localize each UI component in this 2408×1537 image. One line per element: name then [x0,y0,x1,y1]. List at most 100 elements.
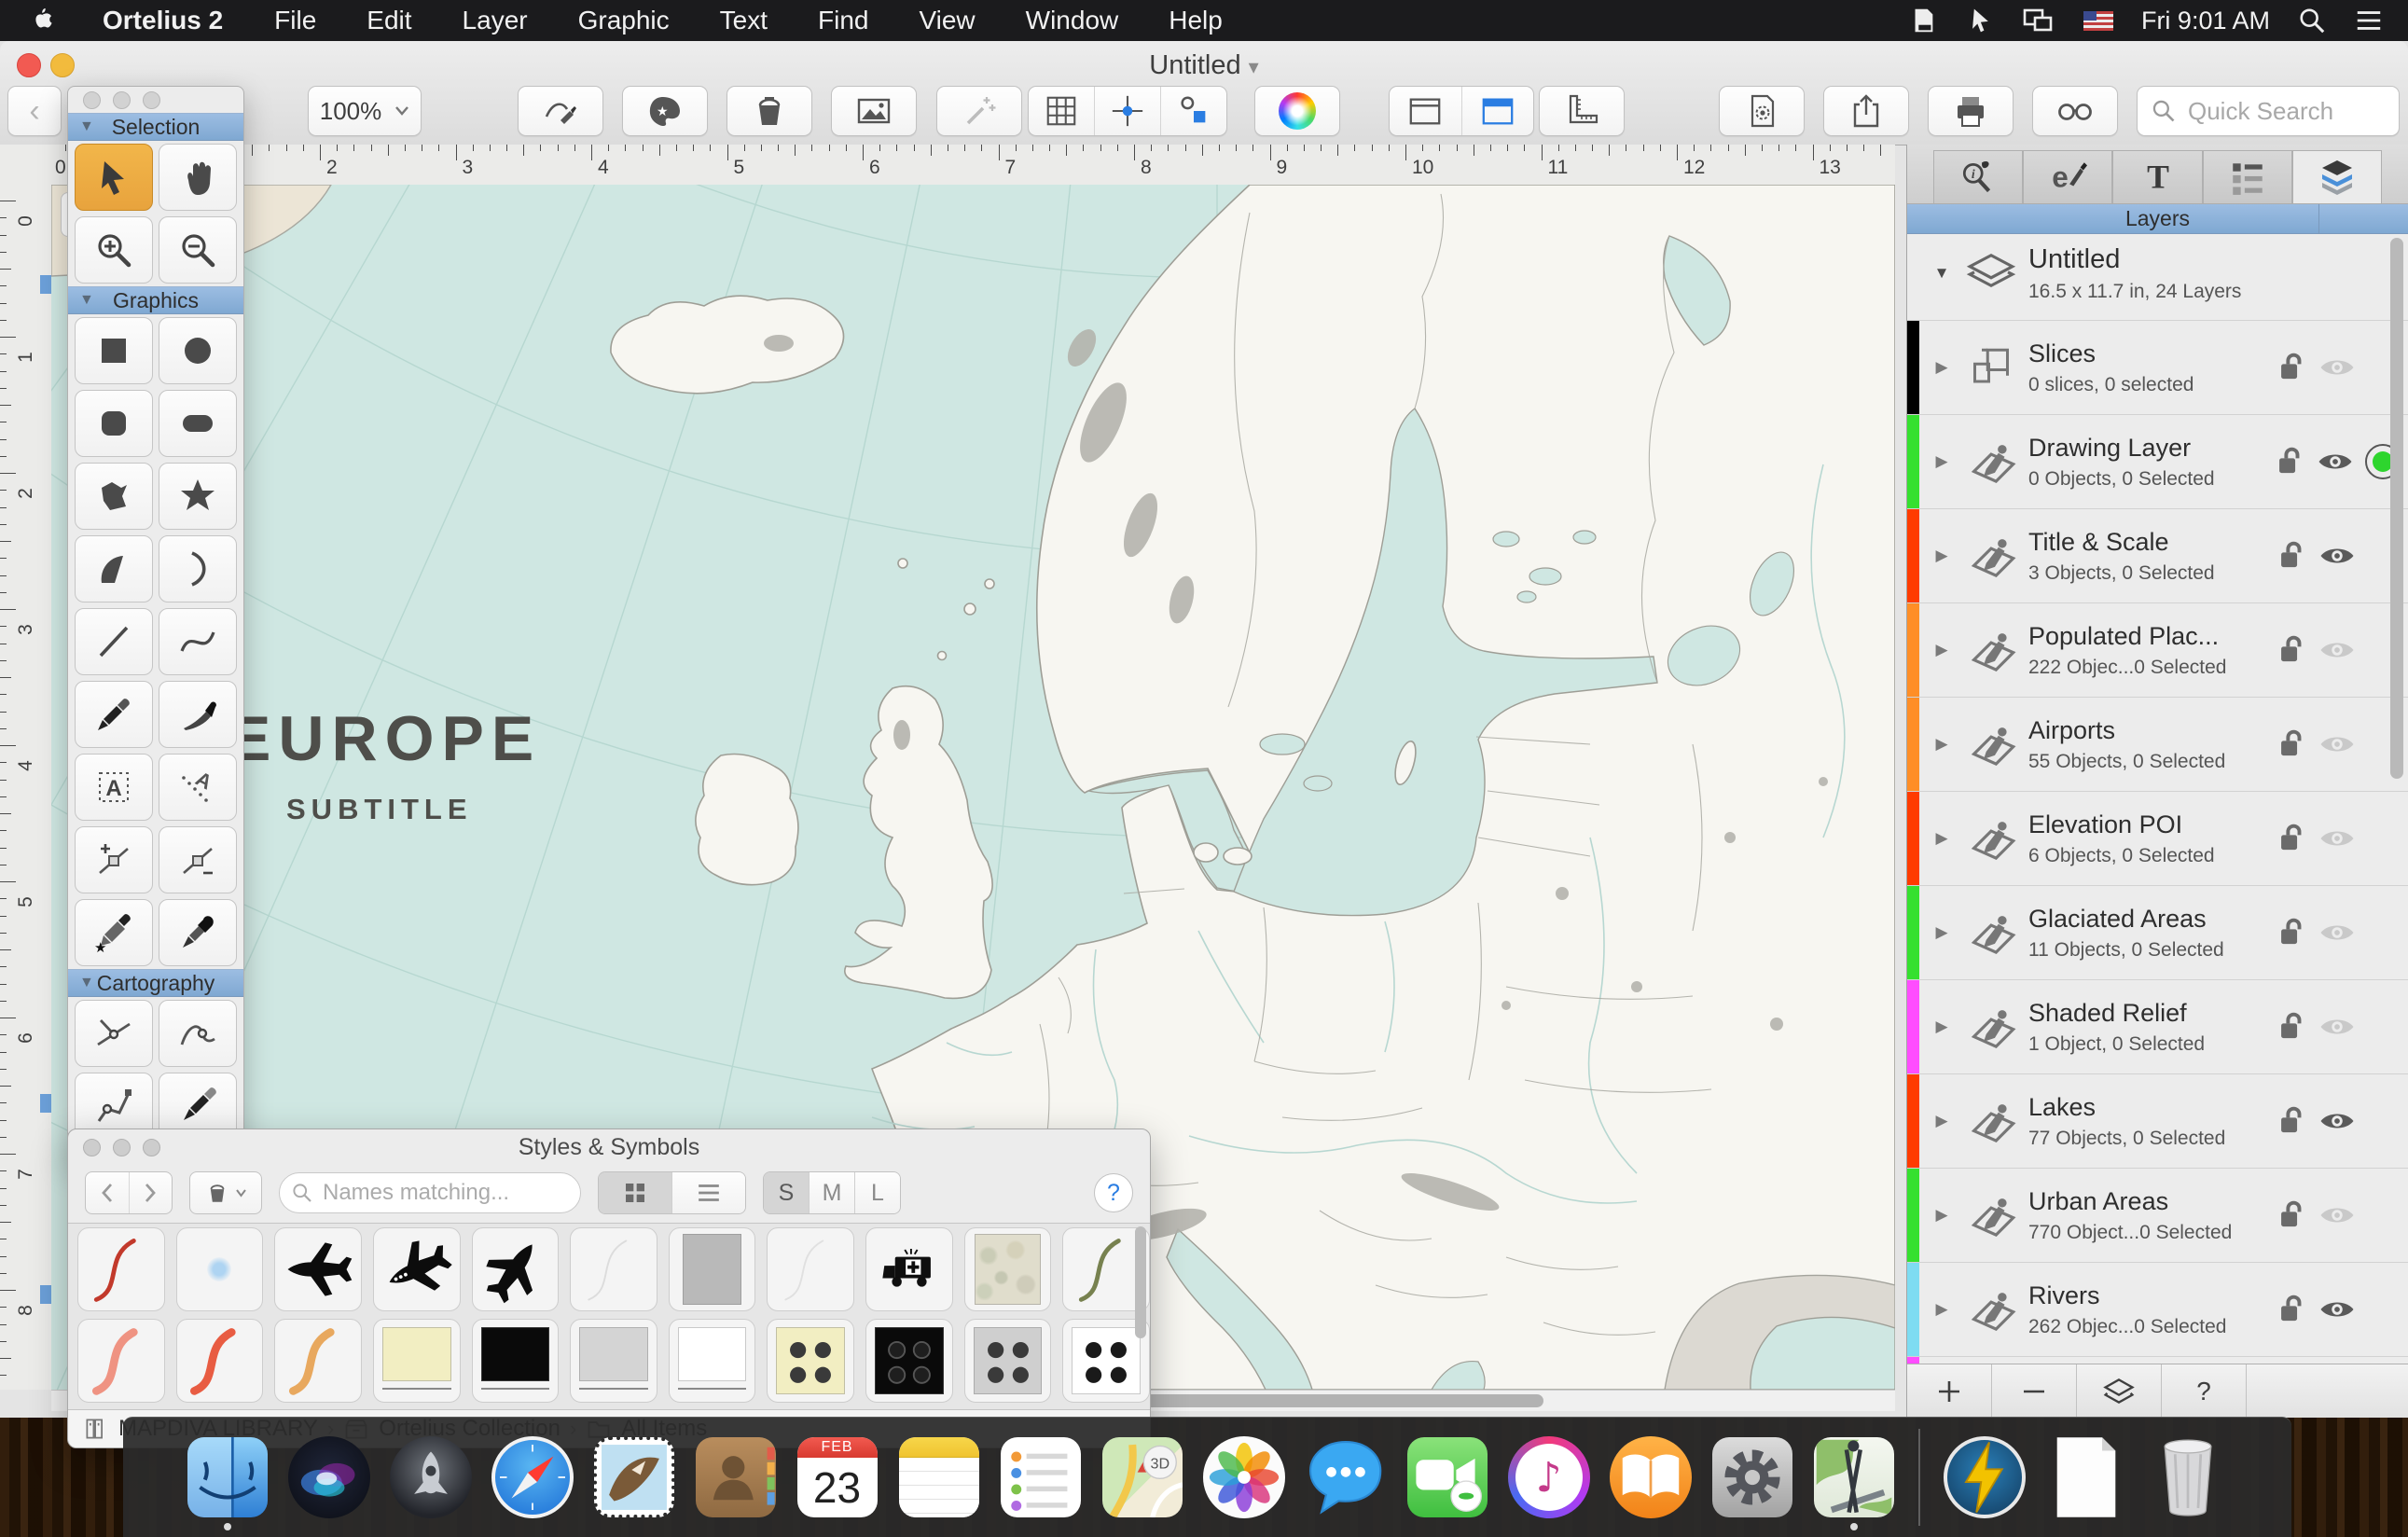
dock-app-photos[interactable] [1199,1426,1289,1529]
guide-marker[interactable] [40,1094,51,1113]
toggle-left-panel-button[interactable] [1390,87,1461,135]
texture-style-swatch[interactable] [964,1227,1052,1311]
pattern-style-swatch[interactable] [865,1319,953,1403]
disclosure-triangle-icon[interactable]: ▶ [1926,641,1958,659]
eyedropper-tool[interactable] [159,899,237,966]
grid-toggle-button[interactable] [1029,87,1094,135]
size-M-button[interactable]: M [809,1172,854,1213]
layer-row[interactable]: ▶ Glaciated Areas11 Objects, 0 Selected [1907,886,2408,980]
styles-palette-button[interactable]: ★ [622,86,708,136]
styles-forward-button[interactable] [129,1172,173,1213]
line-tool[interactable] [75,608,153,675]
styles-search-input[interactable] [321,1179,548,1207]
size-S-button[interactable]: S [764,1172,809,1213]
dock-app-finder[interactable] [183,1426,272,1529]
dock-app-safari[interactable] [488,1426,577,1529]
collapse-triangle-icon[interactable]: ▼ [79,292,94,309]
menu-item-window[interactable]: Window [1001,6,1144,35]
layer-row[interactable]: ▶ Urban Areas770 Object...0 Selected [1907,1169,2408,1263]
stroke-style-swatch[interactable] [77,1319,165,1403]
menu-app-name[interactable]: Ortelius 2 [76,6,249,35]
menu-item-edit[interactable]: Edit [341,6,436,35]
print-button[interactable] [1928,86,2014,136]
fill-style-swatch[interactable] [570,1319,657,1403]
section-cartography[interactable]: ▼Cartography [68,969,243,997]
disclosure-triangle-icon[interactable]: ▶ [1926,452,1958,471]
styles-category-dropdown[interactable] [189,1171,262,1214]
freehand-tool[interactable] [75,681,153,748]
drive-status-icon[interactable] [1908,6,1938,35]
eye-icon[interactable] [2318,1015,2367,1039]
zoom-level-dropdown[interactable]: 100% [308,86,422,136]
menu-item-layer[interactable]: Layer [437,6,553,35]
disclosure-triangle-icon[interactable]: ▼ [1926,264,1958,283]
layer-options-button[interactable] [2077,1364,2162,1418]
spotlight-search-icon[interactable] [2298,7,2326,35]
dock-app-messages[interactable] [1301,1426,1391,1529]
palette-zoom-button[interactable] [143,91,160,109]
menu-item-view[interactable]: View [893,6,1000,35]
dock-app-lightning-utility[interactable] [1940,1426,2029,1529]
zoomout-tool[interactable] [159,216,237,284]
layers-help-button[interactable]: ? [2162,1364,2247,1418]
eye-icon[interactable] [2318,638,2367,662]
layer-row[interactable]: ▶ Airports55 Objects, 0 Selected [1907,698,2408,792]
eye-icon[interactable] [2318,732,2367,756]
layer-row[interactable]: ▶ Drawing Layer0 Objects, 0 Selected [1907,415,2408,509]
arrow-tool[interactable] [75,144,153,211]
grid-view-button[interactable] [599,1172,671,1213]
unlock-icon[interactable] [2277,823,2318,854]
knife-tool[interactable] [159,681,237,748]
dock-app-contacts[interactable] [691,1426,781,1529]
menu-item-help[interactable]: Help [1143,6,1248,35]
unlock-icon[interactable] [2276,446,2317,478]
eye-icon[interactable] [2318,921,2367,945]
unlock-icon[interactable] [2277,352,2318,383]
dock-app-facetime[interactable] [1403,1426,1492,1529]
textpath-tool[interactable]: A [159,754,237,821]
disclosure-triangle-icon[interactable]: ▶ [1926,1018,1958,1036]
layers-scrollbar[interactable] [2390,238,2403,779]
map-title-text[interactable]: EUROPE [228,702,541,775]
tab-list[interactable] [2203,150,2292,203]
arc-tool[interactable] [159,535,237,602]
size-L-button[interactable]: L [854,1172,900,1213]
eye-icon[interactable] [2318,355,2367,380]
layer-row[interactable]: ▶ Elevation POI6 Objects, 0 Selected [1907,792,2408,886]
addnode-tool[interactable] [75,826,153,893]
stroke-style-swatch[interactable] [274,1319,362,1403]
unlock-icon[interactable] [2277,634,2318,666]
tab-text[interactable]: T [2112,150,2202,203]
edit-style-button[interactable] [518,86,603,136]
roundrect-tool[interactable] [75,390,153,457]
eye-icon[interactable] [2317,450,2365,474]
layer-row[interactable]: ▶ Shaded Relief1 Object, 0 Selected [1907,980,2408,1074]
eye-icon[interactable] [2318,544,2367,568]
stroke-style-swatch[interactable] [77,1227,165,1311]
layer-row[interactable]: ▶ Slices0 slices, 0 selected [1907,321,2408,415]
dock-app-launchpad[interactable] [386,1426,476,1529]
collapse-triangle-icon[interactable]: ▼ [79,975,94,991]
ambulance-symbol-swatch[interactable] [865,1227,953,1311]
guides-toggle-button[interactable] [1094,87,1160,135]
image-button[interactable] [831,86,917,136]
fill-bucket-button[interactable] [727,86,812,136]
guide-marker[interactable] [40,275,51,294]
toggle-right-panel-button[interactable] [1461,87,1534,135]
nav-back-button[interactable]: ‹ [7,86,62,136]
delnode-tool[interactable] [159,826,237,893]
disclosure-triangle-icon[interactable]: ▶ [1926,547,1958,565]
disclosure-triangle-icon[interactable]: ▶ [1926,1206,1958,1225]
airplane-symbol-swatch[interactable] [472,1227,560,1311]
eye-icon[interactable] [2318,1109,2367,1133]
dock-app-ortelius[interactable] [1809,1426,1899,1529]
dock-app-system-preferences[interactable] [1708,1426,1797,1529]
unlock-icon[interactable] [2277,728,2318,760]
layer-row[interactable]: ▶ Lakes77 Objects, 0 Selected [1907,1074,2408,1169]
stroke-style-swatch[interactable] [176,1319,264,1403]
dock-app-textedit-document[interactable] [2041,1426,2131,1529]
add-layer-button[interactable] [1907,1364,1992,1418]
dock-app-trash[interactable] [2143,1426,2233,1529]
dock-app-maps[interactable]: 3D [1098,1426,1187,1529]
zoomin-tool[interactable] [75,216,153,284]
